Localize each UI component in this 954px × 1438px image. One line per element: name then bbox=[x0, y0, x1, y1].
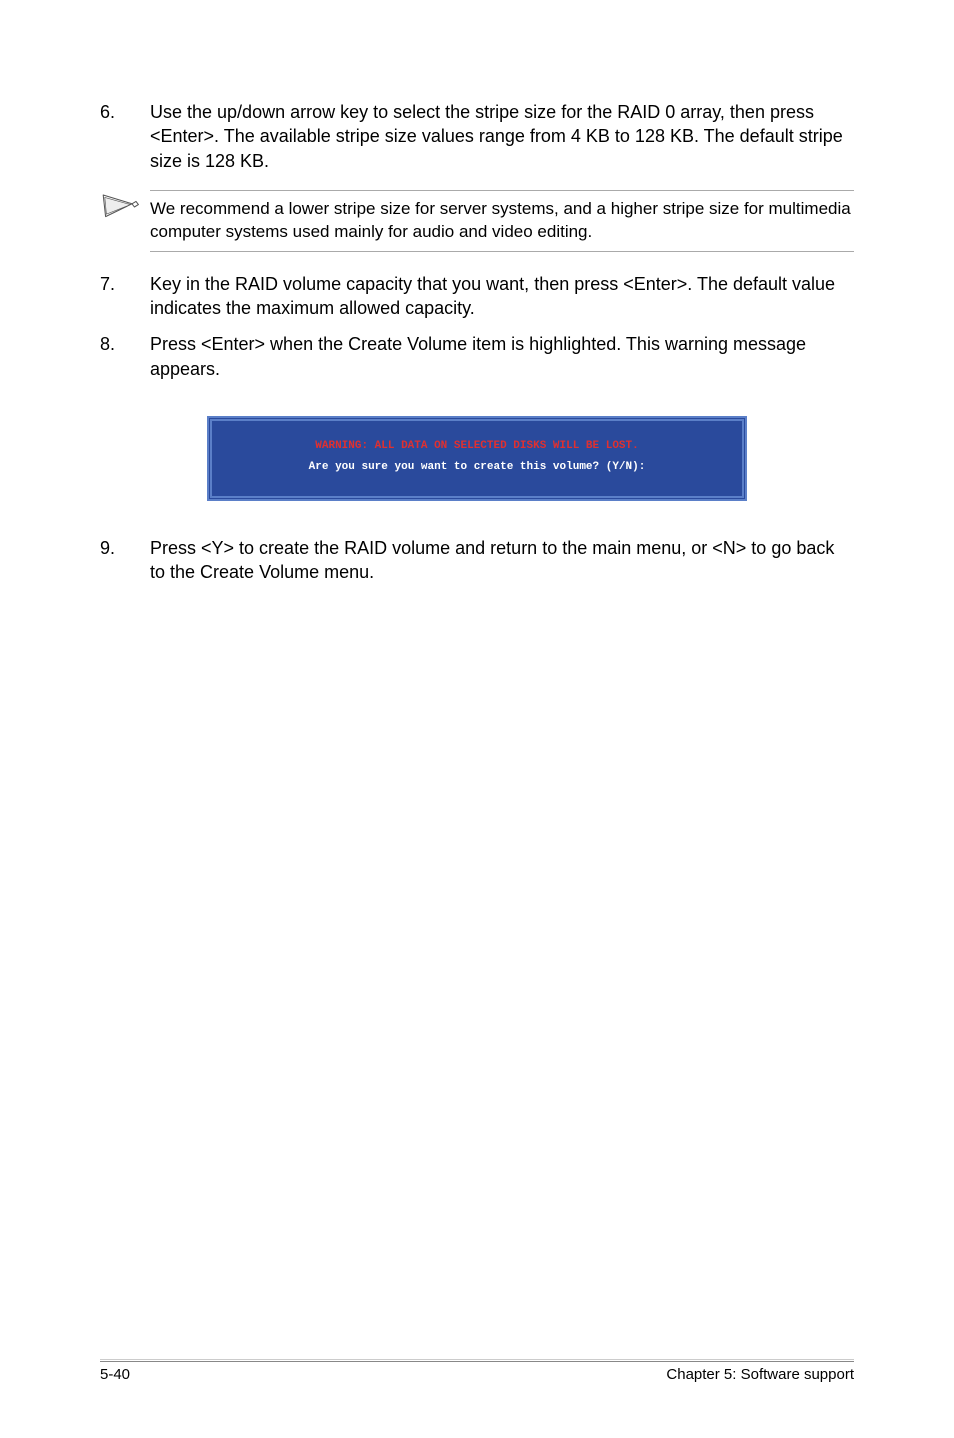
note-block: We recommend a lower stripe size for ser… bbox=[100, 185, 854, 257]
item-text: Press <Y> to create the RAID volume and … bbox=[150, 536, 854, 585]
list-item-9: 9. Press <Y> to create the RAID volume a… bbox=[100, 536, 854, 585]
item-text: Press <Enter> when the Create Volume ite… bbox=[150, 332, 854, 381]
item-number: 8. bbox=[100, 332, 150, 381]
page-number: 5-40 bbox=[100, 1366, 130, 1383]
item-text: Key in the RAID volume capacity that you… bbox=[150, 272, 854, 321]
terminal-prompt: Are you sure you want to create this vol… bbox=[242, 457, 712, 478]
numbered-list-cont: 7. Key in the RAID volume capacity that … bbox=[100, 272, 854, 381]
numbered-list-cont2: 9. Press <Y> to create the RAID volume a… bbox=[100, 536, 854, 585]
list-item-7: 7. Key in the RAID volume capacity that … bbox=[100, 272, 854, 321]
terminal-warning: WARNING: ALL DATA ON SELECTED DISKS WILL… bbox=[242, 436, 712, 457]
list-item-6: 6. Use the up/down arrow key to select t… bbox=[100, 100, 854, 173]
note-text: We recommend a lower stripe size for ser… bbox=[150, 190, 854, 252]
note-icon bbox=[100, 190, 150, 228]
item-number: 7. bbox=[100, 272, 150, 321]
terminal-box: WARNING: ALL DATA ON SELECTED DISKS WILL… bbox=[207, 416, 747, 501]
page-footer: 5-40 Chapter 5: Software support bbox=[100, 1361, 854, 1383]
numbered-list: 6. Use the up/down arrow key to select t… bbox=[100, 100, 854, 173]
page-content: 6. Use the up/down arrow key to select t… bbox=[100, 100, 854, 584]
item-text: Use the up/down arrow key to select the … bbox=[150, 100, 854, 173]
item-number: 9. bbox=[100, 536, 150, 585]
list-item-8: 8. Press <Enter> when the Create Volume … bbox=[100, 332, 854, 381]
chapter-title: Chapter 5: Software support bbox=[666, 1366, 854, 1383]
item-number: 6. bbox=[100, 100, 150, 173]
